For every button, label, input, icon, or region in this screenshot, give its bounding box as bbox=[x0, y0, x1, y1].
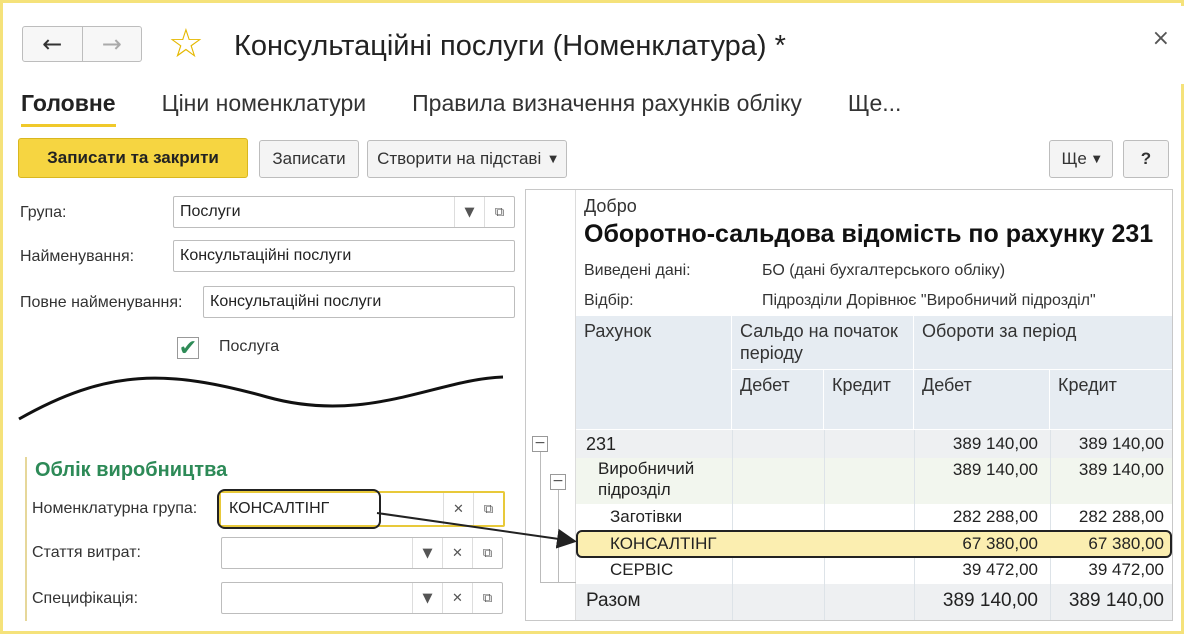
report-org: Добро bbox=[584, 196, 637, 216]
full-name-value: Консультаційні послуги bbox=[210, 293, 382, 310]
report-title: Оборотно-сальдова відомість по рахунку 2… bbox=[584, 220, 1154, 248]
tree-line bbox=[540, 582, 576, 583]
tab-more[interactable]: Ще... bbox=[848, 87, 902, 127]
row-debit-total: 389 140,00 bbox=[942, 590, 1038, 611]
service-checkbox[interactable]: ✔ bbox=[177, 336, 199, 361]
row-credit-consulting: 67 380,00 bbox=[1088, 534, 1164, 553]
row-name-total: Разом bbox=[586, 590, 641, 611]
group-field[interactable]: Послуги ▼ ⧉ bbox=[173, 196, 515, 228]
tab-bar: Головне Ціни номенклатури Правила визнач… bbox=[21, 87, 947, 127]
col-divider bbox=[732, 430, 733, 620]
header-account: Рахунок bbox=[576, 316, 732, 430]
specification-field[interactable]: ▼ ✕ ⧉ bbox=[221, 582, 503, 614]
production-section-title: Облік виробництва bbox=[35, 459, 228, 481]
more-label: Ще bbox=[1061, 149, 1087, 168]
header-turnover: Обороти за період bbox=[914, 316, 1172, 370]
service-label: Послуга bbox=[219, 338, 280, 355]
nomgroup-label: Номенклатурна група: bbox=[32, 500, 198, 517]
chevron-down-icon: ▼ bbox=[1092, 153, 1101, 165]
report-gutter bbox=[526, 190, 576, 620]
full-name-field[interactable]: Консультаційні послуги bbox=[203, 286, 515, 318]
group-label: Група: bbox=[20, 204, 67, 221]
collapse-icon[interactable]: − bbox=[550, 474, 566, 490]
save-button[interactable]: Записати bbox=[259, 140, 359, 178]
group-value: Послуги bbox=[180, 203, 241, 220]
full-name-label: Повне найменування: bbox=[20, 294, 183, 311]
specification-label: Специфікація: bbox=[32, 590, 139, 607]
collapse-icon[interactable]: − bbox=[532, 436, 548, 452]
wave-separator bbox=[18, 375, 504, 421]
forward-arrow-icon[interactable]: → bbox=[83, 27, 142, 61]
row-credit-231: 389 140,00 bbox=[1078, 434, 1164, 453]
title-bar: ← → ☆ Консультаційні послуги (Номенклату… bbox=[6, 6, 1184, 84]
back-arrow-icon[interactable]: ← bbox=[23, 27, 83, 61]
tab-prices[interactable]: Ціни номенклатури bbox=[162, 87, 367, 127]
header-turnover-debit: Дебет bbox=[914, 370, 1050, 430]
create-based-button[interactable]: Створити на підставі ▼ bbox=[367, 140, 567, 178]
report-entered-value: БО (дані бухгалтерського обліку) bbox=[762, 262, 1006, 279]
cost-item-label: Стаття витрат: bbox=[32, 544, 141, 561]
row-name-consulting: КОНСАЛТІНГ bbox=[610, 534, 717, 553]
tab-accounting-rules[interactable]: Правила визначення рахунків обліку bbox=[412, 87, 802, 127]
name-field[interactable]: Консультаційні послуги bbox=[173, 240, 515, 272]
row-credit-blanks: 282 288,00 bbox=[1078, 507, 1164, 526]
dropdown-icon[interactable]: ▼ bbox=[412, 583, 442, 613]
name-label: Найменування: bbox=[20, 248, 135, 265]
create-based-label: Створити на підставі bbox=[377, 149, 542, 168]
header-opening-credit: Кредит bbox=[824, 370, 914, 430]
row-debit-blanks: 282 288,00 bbox=[952, 507, 1038, 526]
highlight-outline bbox=[217, 489, 381, 529]
help-button[interactable]: ? bbox=[1123, 140, 1169, 178]
row-credit-total: 389 140,00 bbox=[1068, 590, 1164, 611]
dropdown-icon[interactable]: ▼ bbox=[454, 197, 484, 227]
row-name-division: Виробничий підрозділ bbox=[598, 459, 695, 499]
open-icon[interactable]: ⧉ bbox=[484, 197, 514, 227]
section-bar bbox=[25, 457, 27, 621]
more-button[interactable]: Ще ▼ bbox=[1049, 140, 1113, 178]
row-debit-division: 389 140,00 bbox=[952, 460, 1038, 479]
window-title: Консультаційні послуги (Номенклатура) * bbox=[234, 30, 786, 62]
row-credit-service: 39 472,00 bbox=[1088, 560, 1164, 579]
chevron-down-icon: ▼ bbox=[549, 153, 557, 165]
report-entered-label: Виведені дані: bbox=[584, 262, 691, 279]
header-opening: Сальдо на початок періоду bbox=[732, 316, 914, 370]
tab-main[interactable]: Головне bbox=[21, 87, 116, 127]
connector-arrow bbox=[376, 512, 577, 549]
name-value: Консультаційні послуги bbox=[180, 247, 352, 264]
row-credit-division: 389 140,00 bbox=[1078, 460, 1164, 479]
save-and-close-button[interactable]: Записати та закрити bbox=[18, 138, 248, 178]
favorite-star-icon[interactable]: ☆ bbox=[168, 22, 204, 66]
report-panel: Добро Оборотно-сальдова відомість по рах… bbox=[525, 189, 1173, 621]
header-opening-debit: Дебет bbox=[732, 370, 824, 430]
row-name-service: СЕРВІС bbox=[610, 560, 674, 579]
row-debit-service: 39 472,00 bbox=[962, 560, 1038, 579]
row-debit-consulting: 67 380,00 bbox=[962, 534, 1038, 553]
report-filter-label: Відбір: bbox=[584, 292, 634, 309]
row-name-231: 231 bbox=[586, 434, 617, 454]
nav-buttons: ← → bbox=[22, 26, 142, 62]
header-turnover-credit: Кредит bbox=[1050, 370, 1172, 430]
row-debit-231: 389 140,00 bbox=[952, 434, 1038, 453]
clear-icon[interactable]: ✕ bbox=[442, 583, 472, 613]
window-frame: ← → ☆ Консультаційні послуги (Номенклату… bbox=[0, 0, 1184, 634]
row-name-blanks: Заготівки bbox=[610, 507, 683, 526]
report-filter-value: Підрозділи Дорівнює "Виробничий підрозді… bbox=[762, 292, 1096, 309]
close-icon[interactable]: × bbox=[1152, 26, 1170, 51]
col-divider bbox=[824, 430, 825, 620]
open-icon[interactable]: ⧉ bbox=[472, 583, 502, 613]
